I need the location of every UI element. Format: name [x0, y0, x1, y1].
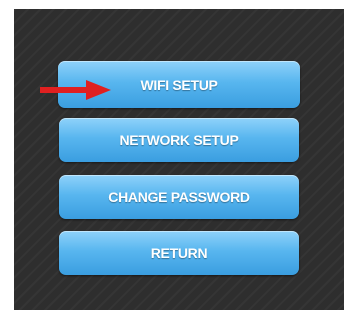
wifi-setup-label: WIFI SETUP — [140, 76, 218, 93]
change-password-label: CHANGE PASSWORD — [108, 189, 250, 205]
network-setup-button[interactable]: NETWORK SETUP — [59, 118, 299, 162]
network-setup-label: NETWORK SETUP — [119, 132, 239, 148]
return-label: RETURN — [150, 245, 208, 261]
change-password-button[interactable]: CHANGE PASSWORD — [59, 175, 299, 219]
right-arrow-icon — [40, 80, 111, 100]
menu-screen: WIFI SETUP NETWORK SETUP CHANGE PASSWORD… — [14, 9, 344, 310]
return-button[interactable]: RETURN — [59, 231, 299, 275]
